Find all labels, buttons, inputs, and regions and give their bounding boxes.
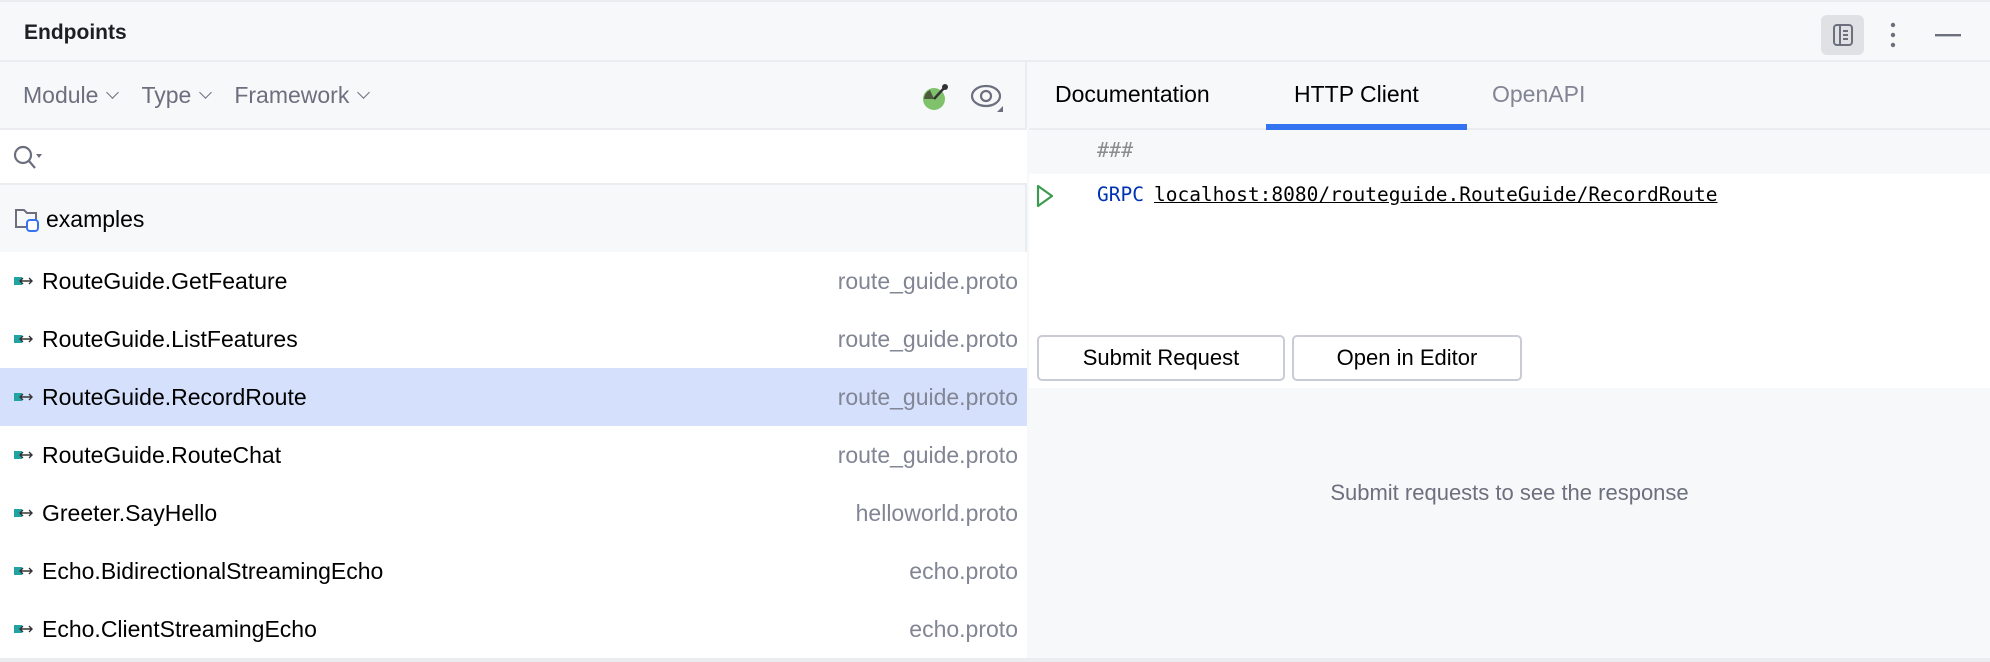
grpc-method-icon: [14, 509, 33, 517]
module-name: examples: [46, 205, 145, 232]
grpc-method-icon: [14, 335, 33, 343]
toggle-layout-button[interactable]: [1821, 15, 1864, 55]
endpoint-row[interactable]: Echo.ClientStreamingEcho echo.proto: [0, 600, 1027, 658]
endpoint-name: RouteGuide.RouteChat: [42, 441, 282, 468]
tab-bar: Documentation HTTP Client OpenAPI: [1029, 62, 1990, 130]
endpoint-name: RouteGuide.ListFeatures: [42, 325, 298, 352]
search-input[interactable]: [0, 130, 1027, 185]
endpoint-file: echo.proto: [909, 615, 1018, 642]
endpoints-panel: Module Type Framework examples RouteGuid…: [0, 62, 1027, 658]
grpc-method-icon: [14, 393, 33, 401]
endpoint-file: route_guide.proto: [837, 267, 1018, 294]
more-options-button[interactable]: [1878, 15, 1908, 55]
filter-bar: Module Type Framework: [0, 62, 1027, 130]
more-vertical-icon: [1890, 22, 1896, 48]
view-options-icon[interactable]: [970, 82, 1006, 112]
endpoint-name: RouteGuide.GetFeature: [42, 267, 288, 294]
module-folder-icon: [15, 209, 39, 232]
search-icon: [13, 145, 42, 169]
request-url[interactable]: localhost:8080/routeguide.RouteGuide/Rec…: [1154, 183, 1718, 206]
bottom-border: [0, 658, 1990, 662]
tool-window-header: Endpoints: [0, 2, 1990, 62]
endpoint-row[interactable]: RouteGuide.GetFeature route_guide.proto: [0, 252, 1027, 310]
tool-window-title: Endpoints: [24, 21, 127, 44]
chevron-down-icon: [106, 85, 120, 99]
grpc-method-icon: [14, 451, 33, 459]
request-line: GRPC localhost:8080/routeguide.RouteGuide…: [1097, 183, 1718, 206]
endpoint-name: RouteGuide.RecordRoute: [42, 383, 307, 410]
endpoint-row[interactable]: Echo.BidirectionalStreamingEcho echo.prot…: [0, 542, 1027, 600]
chevron-down-icon: [199, 85, 213, 99]
details-panel: Documentation HTTP Client OpenAPI ### GR…: [1029, 62, 1990, 658]
module-node-examples[interactable]: examples: [0, 186, 1027, 252]
endpoint-name: Greeter.SayHello: [42, 499, 218, 526]
grpc-status-icon[interactable]: [921, 82, 951, 112]
endpoint-name: Echo.ClientStreamingEcho: [42, 615, 317, 642]
filter-label: Module: [23, 81, 99, 108]
grpc-method-icon: [14, 277, 33, 285]
submit-request-button[interactable]: Submit Request: [1037, 335, 1285, 381]
filter-framework[interactable]: Framework: [234, 81, 371, 109]
endpoint-file: helloworld.proto: [855, 499, 1018, 526]
tab-openapi[interactable]: OpenAPI: [1492, 81, 1585, 108]
layout-icon: [1832, 24, 1853, 46]
response-placeholder: Submit requests to see the response: [1330, 480, 1689, 505]
minimize-icon: [1935, 34, 1961, 37]
endpoint-file: route_guide.proto: [837, 383, 1018, 410]
endpoint-row[interactable]: RouteGuide.RouteChat route_guide.proto: [0, 426, 1027, 484]
endpoint-row[interactable]: Greeter.SayHello helloworld.proto: [0, 484, 1027, 542]
run-icon[interactable]: [1035, 184, 1055, 208]
grpc-method-icon: [14, 625, 33, 633]
minimize-button[interactable]: [1930, 15, 1966, 55]
endpoint-row[interactable]: RouteGuide.ListFeatures route_guide.proto: [0, 310, 1027, 368]
endpoint-file: echo.proto: [909, 557, 1018, 584]
endpoint-file: route_guide.proto: [837, 441, 1018, 468]
endpoint-name: Echo.BidirectionalStreamingEcho: [42, 557, 384, 584]
request-method: GRPC: [1097, 183, 1144, 206]
filter-module[interactable]: Module: [23, 81, 120, 109]
endpoint-row[interactable]: RouteGuide.RecordRoute route_guide.proto: [0, 368, 1027, 426]
filter-label: Type: [141, 81, 192, 108]
chevron-down-icon: [357, 85, 371, 99]
request-separator: ###: [1029, 130, 1990, 174]
request-editor[interactable]: GRPC localhost:8080/routeguide.RouteGuide…: [1029, 174, 1990, 388]
grpc-method-icon: [14, 567, 33, 575]
endpoint-file: route_guide.proto: [837, 325, 1018, 352]
tab-http-client[interactable]: HTTP Client: [1294, 81, 1419, 108]
open-in-editor-button[interactable]: Open in Editor: [1292, 335, 1522, 381]
filter-type[interactable]: Type: [141, 81, 213, 109]
response-area: Submit requests to see the response: [1029, 388, 1990, 658]
tab-documentation[interactable]: Documentation: [1055, 81, 1210, 108]
filter-label: Framework: [234, 81, 350, 108]
